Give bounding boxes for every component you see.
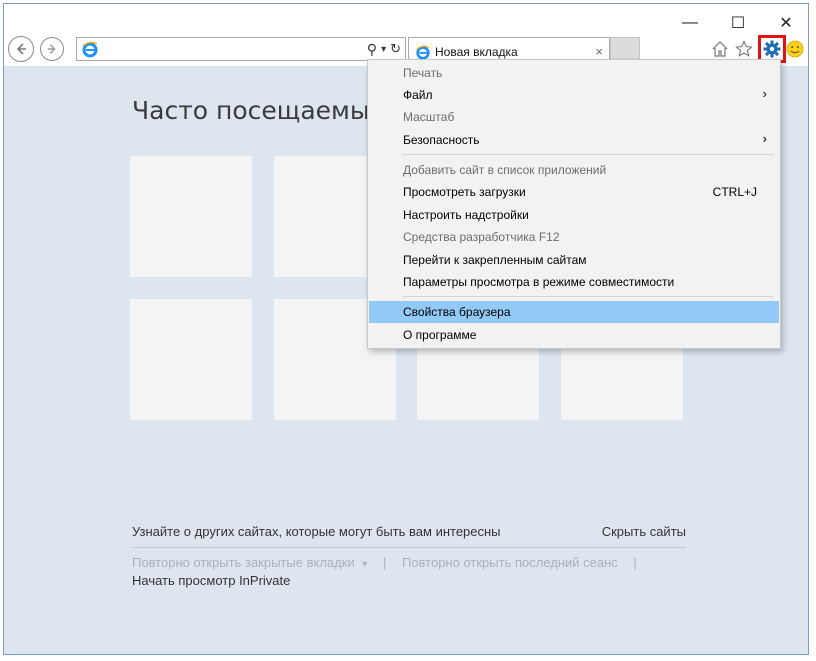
- chevron-right-icon: ›: [762, 131, 767, 146]
- menu-separator: [402, 296, 774, 297]
- ie-logo-icon: [416, 45, 430, 60]
- forward-button[interactable]: [40, 37, 64, 61]
- menu-item-file[interactable]: Файл ›: [369, 84, 779, 106]
- separator: |: [382, 555, 387, 570]
- start-inprivate-link[interactable]: Начать просмотр InPrivate: [132, 573, 290, 588]
- address-bar[interactable]: ⚲ ▾ ↻: [76, 37, 406, 61]
- divider-line: [132, 547, 686, 548]
- menu-item-downloads[interactable]: Просмотреть загрузки CTRL+J: [369, 181, 779, 203]
- menu-item-pinned-sites[interactable]: Перейти к закрепленным сайтам: [369, 249, 779, 271]
- back-arrow-icon: [16, 43, 26, 55]
- ie-logo-icon: [82, 41, 98, 58]
- star-icon: [735, 40, 753, 57]
- page-title: Часто посещаемые: [132, 96, 386, 125]
- feedback-button[interactable]: [784, 37, 806, 61]
- chevron-right-icon: ›: [762, 86, 767, 101]
- menu-item-internet-options[interactable]: Свойства браузера: [369, 301, 779, 323]
- close-tab-icon[interactable]: ×: [595, 44, 603, 59]
- minimize-button[interactable]: —: [678, 12, 702, 34]
- tools-menu: Печать Файл › Масштаб Безопасность › Доб…: [367, 59, 781, 349]
- reopen-row: Повторно открыть закрытые вкладки ▾ | По…: [132, 555, 637, 570]
- discover-row: Узнайте о других сайтах, которые могут б…: [132, 524, 686, 539]
- tab-title: Новая вкладка: [435, 45, 518, 59]
- menu-item-add-site[interactable]: Добавить сайт в список приложений: [369, 159, 779, 181]
- menu-separator: [402, 154, 774, 155]
- discover-sites-link[interactable]: Узнайте о других сайтах, которые могут б…: [132, 524, 501, 539]
- reopen-last-session-link[interactable]: Повторно открыть последний сеанс: [402, 555, 618, 570]
- hide-sites-link[interactable]: Скрыть сайты: [602, 524, 686, 539]
- favorites-button[interactable]: [732, 37, 756, 61]
- back-button[interactable]: [8, 36, 34, 62]
- maximize-button[interactable]: ☐: [726, 12, 750, 34]
- chevron-down-icon[interactable]: ▾: [362, 559, 367, 570]
- address-tools: ⚲ ▾ ↻: [367, 40, 401, 58]
- smiley-icon: [786, 40, 804, 58]
- menu-item-print[interactable]: Печать: [369, 62, 779, 84]
- search-icon[interactable]: ⚲: [367, 41, 377, 58]
- gear-icon: [763, 40, 781, 58]
- menu-item-safety[interactable]: Безопасность ›: [369, 129, 779, 151]
- site-tile[interactable]: [130, 299, 252, 420]
- menu-item-compatibility[interactable]: Параметры просмотра в режиме совместимос…: [369, 271, 779, 293]
- menu-item-about[interactable]: О программе: [369, 324, 779, 346]
- site-tile[interactable]: [130, 156, 252, 277]
- refresh-icon[interactable]: ↻: [390, 41, 401, 57]
- menu-item-zoom[interactable]: Масштаб: [369, 106, 779, 128]
- home-button[interactable]: [708, 37, 732, 61]
- shortcut-label: CTRL+J: [712, 185, 757, 199]
- menu-item-addons[interactable]: Настроить надстройки: [369, 204, 779, 226]
- chevron-down-icon[interactable]: ▾: [381, 44, 386, 55]
- reopen-closed-tabs-link[interactable]: Повторно открыть закрытые вкладки: [132, 555, 355, 570]
- separator: |: [633, 555, 637, 570]
- home-icon: [712, 41, 728, 57]
- forward-arrow-icon: [47, 44, 56, 54]
- close-window-button[interactable]: ✕: [774, 12, 798, 34]
- menu-item-devtools[interactable]: Средства разработчика F12: [369, 226, 779, 248]
